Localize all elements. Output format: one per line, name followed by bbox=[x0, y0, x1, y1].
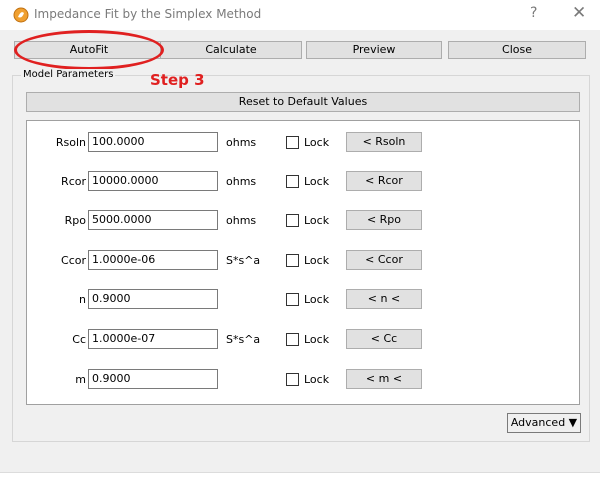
reset-defaults-button[interactable]: Reset to Default Values bbox=[26, 92, 580, 112]
lock-checkbox-n[interactable] bbox=[286, 293, 299, 306]
lock-label-rsoln: Lock bbox=[304, 136, 330, 149]
window-close-button[interactable]: ✕ bbox=[572, 3, 586, 23]
copy-rpo-button[interactable]: < Rpo bbox=[346, 210, 422, 230]
preview-button[interactable]: Preview bbox=[306, 41, 442, 59]
param-unit-rcor: ohms bbox=[226, 175, 257, 188]
lock-label-ccor: Lock bbox=[304, 254, 330, 267]
param-label-n: n bbox=[79, 293, 86, 306]
rpo-input[interactable]: 5000.0000 bbox=[88, 210, 218, 230]
lock-checkbox-ccor[interactable] bbox=[286, 254, 299, 267]
window-title: Impedance Fit by the Simplex Method bbox=[34, 7, 262, 21]
param-label-m: m bbox=[75, 373, 86, 386]
param-label-rsoln: Rsoln bbox=[55, 136, 86, 149]
lock-checkbox-rpo[interactable] bbox=[286, 214, 299, 227]
cc-input[interactable]: 1.0000e-07 bbox=[88, 329, 218, 349]
status-strip bbox=[0, 472, 600, 491]
ccor-input[interactable]: 1.0000e-06 bbox=[88, 250, 218, 270]
lock-label-rpo: Lock bbox=[304, 214, 330, 227]
copy-rsoln-button[interactable]: < Rsoln bbox=[346, 132, 422, 152]
copy-n-button[interactable]: < n < bbox=[346, 289, 422, 309]
param-unit-ccor: S*s^a bbox=[226, 254, 261, 267]
app-logo-icon bbox=[13, 7, 29, 23]
m-input[interactable]: 0.9000 bbox=[88, 369, 218, 389]
help-button[interactable]: ? bbox=[530, 5, 537, 21]
title-bar: Impedance Fit by the Simplex Method ? ✕ bbox=[0, 0, 600, 30]
param-unit-rpo: ohms bbox=[226, 214, 257, 227]
lock-checkbox-rsoln[interactable] bbox=[286, 136, 299, 149]
advanced-dropdown-button[interactable]: Advanced ▼ bbox=[507, 413, 581, 433]
param-unit-cc: S*s^a bbox=[226, 333, 261, 346]
rsoln-input[interactable]: 100.0000 bbox=[88, 132, 218, 152]
calculate-button[interactable]: Calculate bbox=[160, 41, 302, 59]
param-label-rpo: Rpo bbox=[64, 214, 86, 227]
step-annotation: Step 3 bbox=[150, 71, 205, 89]
rcor-input[interactable]: 10000.0000 bbox=[88, 171, 218, 191]
param-label-ccor: Ccor bbox=[61, 254, 86, 267]
copy-cc-button[interactable]: < Cc bbox=[346, 329, 422, 349]
copy-ccor-button[interactable]: < Ccor bbox=[346, 250, 422, 270]
lock-label-n: Lock bbox=[304, 293, 330, 306]
lock-label-m: Lock bbox=[304, 373, 330, 386]
lock-label-rcor: Lock bbox=[304, 175, 330, 188]
close-button[interactable]: Close bbox=[448, 41, 586, 59]
copy-m-button[interactable]: < m < bbox=[346, 369, 422, 389]
param-label-cc: Cc bbox=[72, 333, 86, 346]
param-label-rcor: Rcor bbox=[61, 175, 86, 188]
autofit-highlight-annotation bbox=[14, 30, 164, 70]
lock-checkbox-rcor[interactable] bbox=[286, 175, 299, 188]
copy-rcor-button[interactable]: < Rcor bbox=[346, 171, 422, 191]
param-unit-rsoln: ohms bbox=[226, 136, 257, 149]
lock-checkbox-m[interactable] bbox=[286, 373, 299, 386]
lock-label-cc: Lock bbox=[304, 333, 330, 346]
n-input[interactable]: 0.9000 bbox=[88, 289, 218, 309]
model-parameters-label: Model Parameters bbox=[21, 69, 116, 80]
lock-checkbox-cc[interactable] bbox=[286, 333, 299, 346]
